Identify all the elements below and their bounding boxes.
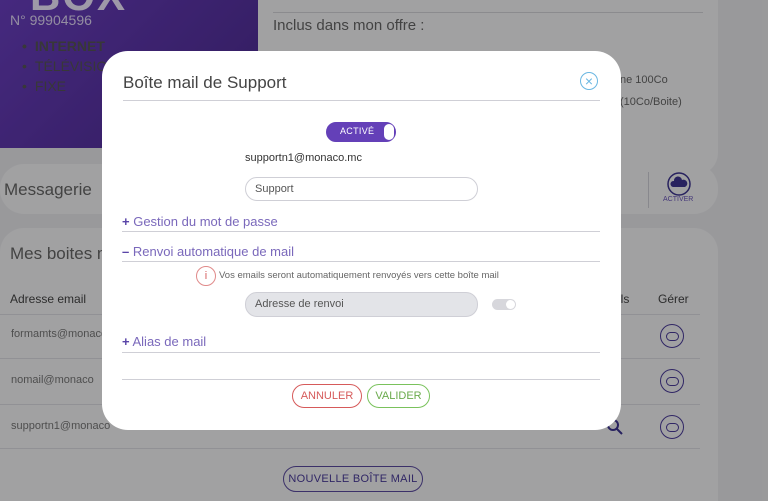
divider (122, 352, 600, 353)
status-toggle-label: ACTIVÉ (340, 126, 375, 136)
divider (122, 261, 600, 262)
display-name-input[interactable]: Support (245, 177, 478, 201)
section-forwarding-label: Renvoi automatique de mail (132, 244, 295, 259)
modal-title: Boîte mail de Support (123, 73, 287, 92)
cancel-button[interactable]: ANNULER (292, 384, 362, 408)
info-icon: i (196, 266, 216, 286)
toggle-knob (384, 124, 394, 140)
section-password-label: Gestion du mot de passe (133, 214, 278, 229)
section-forwarding[interactable]: – Renvoi automatique de mail (122, 244, 294, 259)
divider (122, 231, 600, 232)
close-icon[interactable]: × (580, 72, 598, 90)
expand-icon: + (122, 214, 130, 229)
forwarding-info-text: Vos emails seront automatiquement renvoy… (219, 270, 499, 281)
forwarding-address-input[interactable]: Adresse de renvoi (245, 292, 478, 317)
confirm-button[interactable]: VALIDER (367, 384, 430, 408)
mailbox-modal (102, 51, 621, 430)
expand-icon: + (122, 334, 130, 349)
forwarding-toggle[interactable] (492, 299, 516, 310)
section-password[interactable]: + Gestion du mot de passe (122, 214, 278, 229)
divider (123, 100, 600, 101)
divider (122, 379, 600, 380)
mailbox-email: supportn1@monaco.mc (245, 152, 362, 164)
section-alias[interactable]: + Alias de mail (122, 334, 206, 349)
section-alias-label: Alias de mail (132, 334, 207, 349)
collapse-icon: – (122, 244, 130, 259)
